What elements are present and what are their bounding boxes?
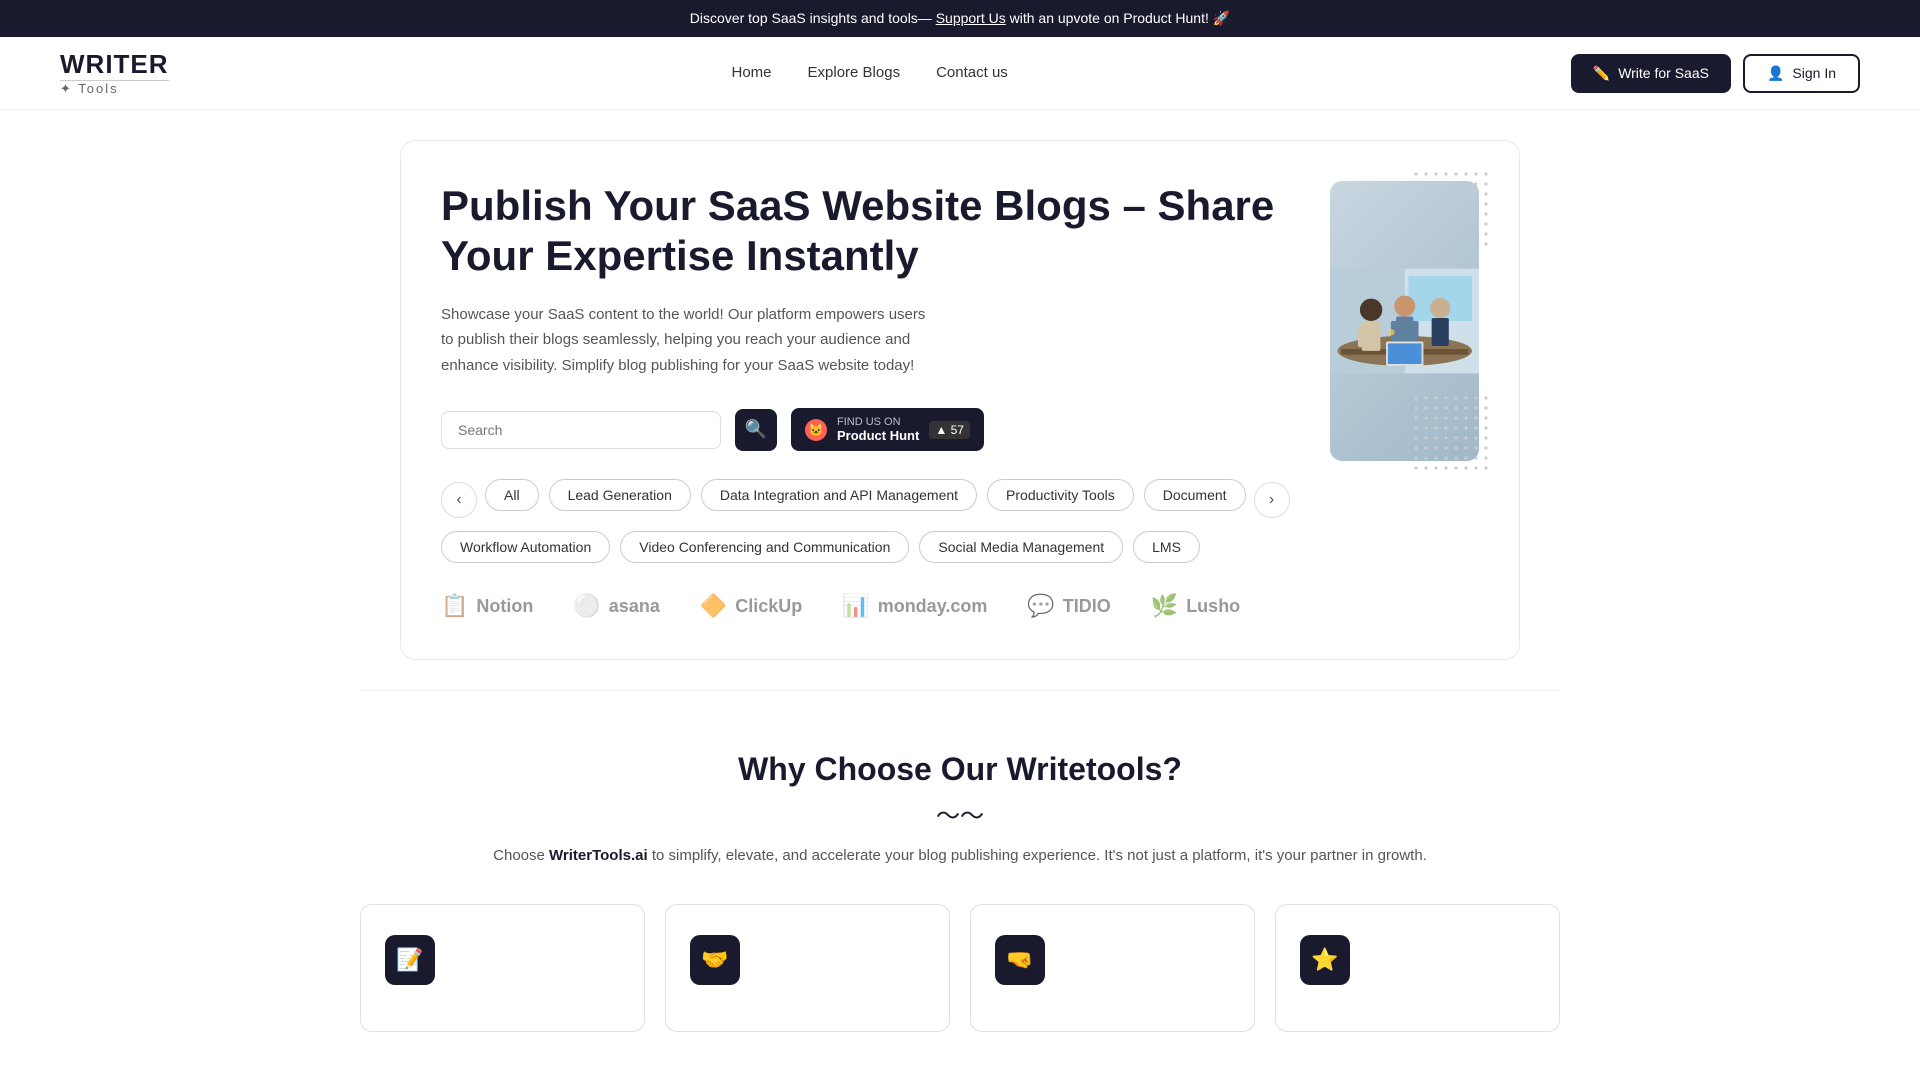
- search-row: 🔍 🐱 FIND US ON Product Hunt ▲ 57: [441, 408, 1290, 451]
- nav-home[interactable]: Home: [732, 64, 772, 81]
- category-workflow[interactable]: Workflow Automation: [441, 531, 610, 563]
- write-icon: ✏️: [1593, 65, 1610, 82]
- category-productivity-tools[interactable]: Productivity Tools: [987, 479, 1134, 511]
- logo-lusho: 🌿 Lusho: [1151, 593, 1240, 619]
- why-section: Why Choose Our Writetools? 〜〜 Choose Wri…: [0, 731, 1920, 1072]
- asana-label: asana: [609, 596, 660, 617]
- monday-label: monday.com: [878, 596, 988, 617]
- navbar: WRITER ✦ Tools Home Explore Blogs Contac…: [0, 37, 1920, 110]
- why-desc-start: Choose: [493, 847, 549, 864]
- hero-image-area: [1330, 181, 1479, 461]
- category-document[interactable]: Document: [1144, 479, 1246, 511]
- category-social-media[interactable]: Social Media Management: [919, 531, 1123, 563]
- logo-tools: ✦ Tools: [60, 82, 169, 95]
- category-prev-button[interactable]: ‹: [441, 482, 477, 518]
- tidio-label: TIDIO: [1063, 596, 1111, 617]
- monday-icon: 📊: [842, 593, 869, 619]
- categories-row-1: All Lead Generation Data Integration and…: [485, 479, 1246, 511]
- feature-icon-1: 📝: [385, 935, 435, 985]
- category-lms[interactable]: LMS: [1133, 531, 1200, 563]
- search-button[interactable]: 🔍: [735, 409, 777, 451]
- lusho-label: Lusho: [1186, 596, 1240, 617]
- category-video-conf[interactable]: Video Conferencing and Communication: [620, 531, 909, 563]
- hero-description: Showcase your SaaS content to the world!…: [441, 302, 941, 379]
- ph-count: ▲ 57: [929, 421, 970, 439]
- asana-icon: ⚪: [573, 593, 600, 619]
- write-for-saas-button[interactable]: ✏️ Write for SaaS: [1571, 54, 1731, 93]
- hero-content: Publish Your SaaS Website Blogs – Share …: [441, 181, 1290, 619]
- nav-explore-blogs[interactable]: Explore Blogs: [808, 64, 901, 81]
- why-underline: 〜〜: [60, 796, 1860, 831]
- top-banner: Discover top SaaS insights and tools— Su…: [0, 0, 1920, 37]
- banner-suffix: with an upvote on Product Hunt! 🚀: [1010, 10, 1231, 26]
- categories-row-2: Workflow Automation Video Conferencing a…: [441, 531, 1290, 563]
- logo-writer: WRITER: [60, 51, 169, 77]
- features-row: 📝 🤝 🤜 ⭐: [360, 904, 1560, 1032]
- hero-title: Publish Your SaaS Website Blogs – Share …: [441, 181, 1290, 282]
- write-label: Write for SaaS: [1618, 65, 1709, 81]
- feature-card-1: 📝: [360, 904, 645, 1032]
- sign-in-button[interactable]: 👤 Sign In: [1743, 54, 1860, 93]
- feature-card-4: ⭐: [1275, 904, 1560, 1032]
- logo-asana: ⚪ asana: [573, 593, 659, 619]
- logo-tidio: 💬 TIDIO: [1027, 593, 1110, 619]
- category-data-integration[interactable]: Data Integration and API Management: [701, 479, 977, 511]
- feature-icon-4: ⭐: [1300, 935, 1350, 985]
- notion-label: Notion: [476, 596, 533, 617]
- feature-icon-3: 🤜: [995, 935, 1045, 985]
- nav-links: Home Explore Blogs Contact us: [732, 64, 1008, 82]
- product-hunt-badge[interactable]: 🐱 FIND US ON Product Hunt ▲ 57: [791, 408, 984, 451]
- section-divider: [360, 690, 1560, 691]
- logo-monday: 📊 monday.com: [842, 593, 987, 619]
- why-description: Choose WriterTools.ai to simplify, eleva…: [60, 847, 1860, 864]
- feature-card-2: 🤝: [665, 904, 950, 1032]
- category-nav: ‹ All Lead Generation Data Integration a…: [441, 479, 1290, 521]
- tidio-icon: 💬: [1027, 593, 1054, 619]
- support-link[interactable]: Support Us: [936, 10, 1006, 26]
- logos-row: 📋 Notion ⚪ asana 🔶 ClickUp 📊 monday.com …: [441, 593, 1290, 619]
- search-box: [441, 411, 721, 449]
- why-desc-end: to simplify, elevate, and accelerate you…: [648, 847, 1427, 864]
- banner-text: Discover top SaaS insights and tools—: [690, 10, 932, 26]
- logo: WRITER ✦ Tools: [60, 51, 169, 95]
- dots-decoration-bottom: [1411, 393, 1491, 473]
- nav-actions: ✏️ Write for SaaS 👤 Sign In: [1571, 54, 1860, 93]
- lusho-icon: 🌿: [1151, 593, 1178, 619]
- notion-icon: 📋: [441, 593, 468, 619]
- ph-arrow: ▲: [935, 423, 947, 437]
- ph-find-text: FIND US ON: [837, 416, 919, 428]
- category-lead-generation[interactable]: Lead Generation: [549, 479, 691, 511]
- feature-card-3: 🤜: [970, 904, 1255, 1032]
- ph-name-text: Product Hunt: [837, 428, 919, 443]
- logo-notion: 📋 Notion: [441, 593, 533, 619]
- search-input[interactable]: [458, 422, 704, 438]
- nav-contact[interactable]: Contact us: [936, 64, 1008, 81]
- ph-count-value: 57: [951, 423, 964, 437]
- why-brand: WriterTools.ai: [549, 847, 648, 864]
- ph-icon: 🐱: [805, 419, 827, 441]
- user-icon: 👤: [1767, 65, 1784, 82]
- signin-label: Sign In: [1792, 65, 1836, 81]
- category-next-button[interactable]: ›: [1254, 482, 1290, 518]
- ph-text-block: FIND US ON Product Hunt: [837, 416, 919, 443]
- clickup-icon: 🔶: [700, 593, 727, 619]
- category-all[interactable]: All: [485, 479, 539, 511]
- logo-clickup: 🔶 ClickUp: [700, 593, 802, 619]
- clickup-label: ClickUp: [735, 596, 802, 617]
- hero-section: Publish Your SaaS Website Blogs – Share …: [400, 140, 1520, 660]
- why-title: Why Choose Our Writetools?: [60, 751, 1860, 788]
- search-icon: 🔍: [745, 419, 767, 440]
- feature-icon-2: 🤝: [690, 935, 740, 985]
